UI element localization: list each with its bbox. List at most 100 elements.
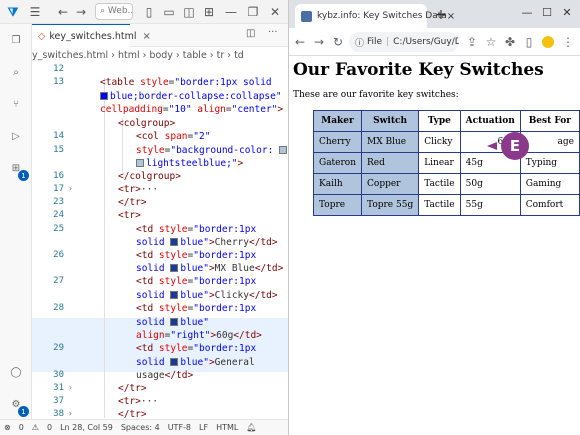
cursor-position[interactable]: Ln 28, Col 59	[60, 423, 113, 432]
extensions-puzzle-icon[interactable]: ✤	[501, 33, 519, 51]
line-number: 12	[53, 64, 64, 74]
reload-icon[interactable]: ↻	[329, 33, 347, 51]
table-cell: Kailh	[312, 173, 363, 195]
indent-guide	[104, 78, 105, 418]
browser-tab[interactable]: kybz.info: Key Switches Data ×	[295, 4, 455, 28]
table-cell: Linear	[418, 152, 461, 174]
extensions-icon[interactable]: ⊞ 1	[4, 156, 29, 181]
new-tab-button[interactable]: +	[431, 5, 451, 25]
breadcrumb-item[interactable]: y_switches.html	[32, 50, 108, 61]
language-mode[interactable]: HTML	[216, 423, 238, 432]
close-window-icon[interactable]: ✕	[266, 3, 284, 21]
notifications-bell-icon[interactable]: 🔔︎	[246, 423, 256, 432]
error-count[interactable]: 0	[19, 423, 24, 432]
bookmark-star-icon[interactable]: ☆	[482, 33, 500, 51]
html-file-icon: ◇	[38, 30, 46, 42]
code-line: <tr>···	[118, 184, 159, 195]
warning-count[interactable]: 0	[47, 423, 52, 432]
code-line: align="right">60g</td>	[136, 330, 262, 341]
code-line: solid blue">Cherry</td>	[136, 237, 278, 248]
forward-arrow-icon[interactable]: →	[72, 3, 90, 21]
code-line: <td style="border:1px	[136, 276, 257, 287]
table-cell: Typing	[519, 152, 580, 174]
line-ending[interactable]: LF	[199, 423, 208, 432]
command-search-input[interactable]: ⌕ Web...	[95, 3, 133, 20]
code-line: solid blue">General	[136, 357, 255, 368]
minimize-icon[interactable]: —	[222, 3, 240, 21]
favicon-icon	[301, 10, 312, 22]
account-icon[interactable]: ◯	[4, 360, 28, 384]
breadcrumb-item[interactable]: body	[149, 50, 173, 61]
run-debug-icon[interactable]: ▷	[4, 124, 28, 148]
more-actions-icon[interactable]: ···	[268, 27, 278, 38]
table-cell: Topre 55g	[361, 194, 420, 216]
omni-separator: |	[386, 37, 390, 47]
profile-avatar-icon[interactable]	[539, 33, 557, 51]
layout-panel-icon[interactable]: ▭	[160, 3, 178, 21]
table-header: Maker	[312, 110, 363, 132]
table-header: Best For	[519, 110, 580, 132]
breadcrumb-item[interactable]: tr	[217, 50, 225, 61]
forward-icon[interactable]: →	[310, 33, 328, 51]
breadcrumb-item[interactable]: table	[183, 50, 207, 61]
source-control-icon[interactable]: ⑂	[4, 92, 28, 116]
back-icon[interactable]: ←	[291, 33, 309, 51]
warnings-icon[interactable]: ⚠	[32, 423, 39, 432]
menu-icon[interactable]: ☰	[26, 3, 44, 21]
table-cell: MX Blue	[361, 131, 420, 153]
web-page: Our Favorite Key Switches These are our …	[289, 56, 580, 435]
breadcrumb-item[interactable]: td	[234, 50, 244, 61]
line-number: 37	[53, 396, 64, 406]
table-cell: Tactile	[418, 173, 461, 195]
customize-layout-icon[interactable]: ⊞	[200, 3, 218, 21]
chrome-menu-icon[interactable]: ⋮	[559, 33, 577, 51]
vscode-logo-icon: ⧩	[7, 4, 19, 19]
share-icon[interactable]: ⇪	[463, 33, 481, 51]
tab-key-switches-html[interactable]: ◇ key_switches.html ×	[32, 24, 151, 47]
maximize-icon[interactable]: ☐	[537, 3, 557, 21]
line-number: 30	[53, 370, 64, 380]
chrome-window: kybz.info: Key Switches Data × + — ☐ ✕ ←…	[289, 0, 580, 435]
errors-icon[interactable]: ⊗	[4, 423, 11, 432]
breadcrumb-sep: ›	[111, 50, 115, 61]
breadcrumb: y_switches.html › html › body › table › …	[32, 47, 288, 64]
restore-icon[interactable]: ❐	[244, 3, 262, 21]
layout-sidebar-icon[interactable]: ▯	[140, 3, 158, 21]
table-row: Topre Topre 55g Tactile 55g Comfort	[312, 194, 580, 216]
info-icon[interactable]: ⓘ	[355, 36, 364, 49]
browser-tab-title: kybz.info: Key Switches Data	[317, 11, 447, 21]
breadcrumb-item[interactable]: html	[118, 50, 140, 61]
extensions-badge: 1	[18, 170, 29, 181]
close-window-icon[interactable]: ✕	[557, 3, 577, 21]
search-icon[interactable]: ⌕	[4, 60, 28, 84]
table-cell: Cherry	[312, 131, 363, 153]
fold-chevron-icon[interactable]: ›	[68, 383, 73, 392]
fold-chevron-icon[interactable]: ›	[68, 409, 73, 418]
code-line: </colgroup>	[118, 171, 181, 182]
minimize-icon[interactable]: —	[517, 3, 537, 21]
table-cell-partial: age	[519, 131, 580, 153]
activity-bar: ❐ ⌕ ⑂ ▷ ⊞ 1 ◯ ⚙ 1	[0, 24, 32, 419]
file-scheme-label: File	[367, 37, 383, 47]
layout-split-icon[interactable]: ◫	[180, 3, 198, 21]
callout-pointer	[487, 142, 497, 150]
fold-chevron-icon[interactable]: ›	[68, 184, 73, 193]
address-bar[interactable]: ⓘ File | C:/Users/Guy/Dro...	[349, 32, 459, 52]
code-line: </tr>	[118, 383, 147, 394]
table-cell: Comfort	[519, 194, 580, 216]
explorer-icon[interactable]: ❐	[4, 28, 28, 52]
line-number: 25	[53, 224, 64, 234]
tab-close-icon[interactable]: ×	[142, 31, 150, 42]
status-bar: ⊗ 0 ⚠ 0 Ln 28, Col 59 Spaces: 4 UTF-8 LF H…	[0, 419, 288, 435]
back-arrow-icon[interactable]: ←	[54, 3, 72, 21]
code-editor[interactable]: 12 13 14 15 16 17 23 24 25 26 27 28 29 3…	[32, 64, 288, 419]
line-number: 17	[53, 184, 64, 194]
encoding[interactable]: UTF-8	[168, 423, 191, 432]
indentation[interactable]: Spaces: 4	[121, 423, 160, 432]
code-line: <tr>···	[118, 396, 159, 407]
settings-gear-icon[interactable]: ⚙ 1	[4, 392, 29, 417]
side-panel-icon[interactable]: ▯	[520, 33, 538, 51]
table-cell: Copper	[361, 173, 420, 195]
line-number: 29	[53, 343, 64, 353]
split-editor-icon[interactable]: ◫	[246, 28, 255, 39]
